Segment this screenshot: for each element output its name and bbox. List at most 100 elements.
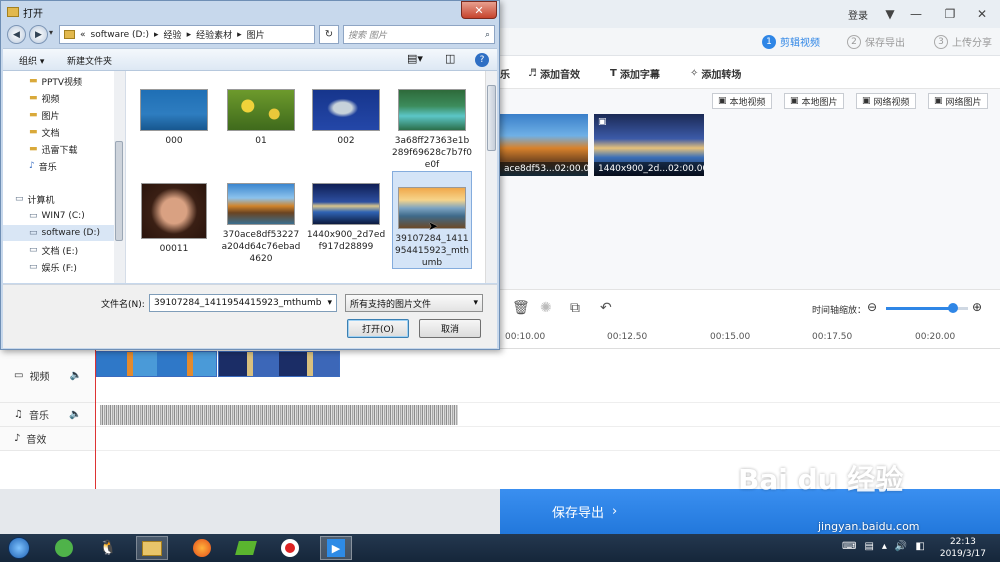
taskbar-app-media[interactable]: [230, 536, 262, 560]
filetype-select[interactable]: 所有支持的图片文件 ▾: [345, 294, 483, 312]
breadcrumb-segment[interactable]: software (D:): [91, 30, 150, 40]
step-export[interactable]: 2 保存导出: [847, 34, 905, 49]
image-icon: ▣: [598, 117, 607, 127]
dialog-close-button[interactable]: ✕: [461, 1, 497, 19]
add-transition-tool[interactable]: ✧ 添加转场: [690, 66, 741, 81]
add-subtitle-tool[interactable]: T 添加字幕: [610, 66, 660, 81]
file-scroll-thumb[interactable]: [487, 85, 496, 151]
search-icon[interactable]: ⌕: [485, 30, 490, 40]
nav-item[interactable]: ▭ 计算机: [3, 191, 114, 207]
address-bar[interactable]: « software (D:) ▸ 经验 ▸ 经验素材 ▸ 图片: [59, 25, 315, 44]
speaker-icon[interactable]: 🔈: [69, 409, 81, 420]
nav-scrollbar[interactable]: [114, 71, 125, 283]
file-item[interactable]: 000: [134, 79, 214, 147]
file-item[interactable]: 01: [221, 79, 301, 147]
network-icon[interactable]: ▤: [864, 541, 873, 552]
minimize-icon[interactable]: —: [906, 0, 926, 28]
nav-item[interactable]: ▬ 图片: [3, 107, 114, 123]
breadcrumb-segment[interactable]: 经验素材: [196, 28, 232, 41]
cancel-button[interactable]: 取消: [419, 319, 481, 338]
nav-item[interactable]: ▭ software (D:): [3, 225, 114, 241]
zoom-out-icon[interactable]: ⊖: [867, 300, 877, 314]
media-thumb[interactable]: ace8df53...02:00.00: [500, 114, 588, 176]
search-input[interactable]: 搜索 图片 ⌕: [343, 25, 495, 44]
split-icon[interactable]: ✺: [540, 300, 552, 316]
nav-item[interactable]: ▬ 迅雷下载: [3, 141, 114, 157]
music-waveform[interactable]: [100, 405, 458, 425]
local-image-button[interactable]: ▣ 本地图片: [784, 93, 844, 109]
preview-pane-icon[interactable]: ◫: [445, 52, 455, 65]
delete-icon[interactable]: 🗑: [512, 300, 530, 316]
media-library: ▣ 本地视频 ▣ 本地图片 ▣ 网络视频 ▣ 网络图片 ace8df53... 02:00…: [500, 89, 1000, 289]
media-thumb[interactable]: ▣ 1440x900_2d...02:00.00: [594, 114, 704, 176]
file-item[interactable]: 370ace8df53227a204d64c76ebad4620: [221, 173, 301, 265]
dialog-titlebar[interactable]: 打开: [1, 1, 499, 23]
nav-item[interactable]: ▭ 娱乐 (F:): [3, 259, 114, 275]
new-folder-button[interactable]: 新建文件夹: [67, 54, 112, 67]
forward-button[interactable]: ▶: [29, 25, 48, 44]
login-link[interactable]: 登录: [848, 7, 868, 22]
file-item[interactable]: 002: [306, 79, 386, 147]
taskbar-app-firefox[interactable]: [186, 536, 218, 560]
nav-item[interactable]: ♪ 音乐: [3, 158, 114, 174]
nav-item[interactable]: ▬ PPTV视频: [3, 73, 114, 89]
taskbar-app-explorer[interactable]: [136, 536, 168, 560]
back-button[interactable]: ◀: [7, 25, 26, 44]
nav-item[interactable]: ▭ 文档 (E:): [3, 242, 114, 258]
play-icon: ▶: [327, 539, 345, 557]
nav-scroll-thumb[interactable]: [115, 141, 123, 241]
local-video-button[interactable]: ▣ 本地视频: [712, 93, 772, 109]
taskbar-app-editor[interactable]: ▶: [320, 536, 352, 560]
step-edit[interactable]: 1 剪辑视频: [762, 34, 820, 49]
start-button[interactable]: [4, 536, 34, 560]
file-item[interactable]: 1440x900_2d7edf917d28899: [306, 173, 386, 253]
maximize-icon[interactable]: ❐: [940, 0, 960, 28]
add-sfx-tool[interactable]: ♬ 添加音效: [528, 66, 580, 81]
taskbar-app-recorder[interactable]: [274, 536, 306, 560]
history-dropdown-icon[interactable]: ▾: [49, 28, 53, 37]
organize-menu[interactable]: 组织 ▾: [19, 54, 44, 67]
breadcrumb-segment[interactable]: 经验: [164, 28, 182, 41]
refresh-button[interactable]: ↻: [319, 25, 339, 44]
file-item[interactable]: 3a68ff27363e1b289f69628c7b7f0e0f: [392, 79, 472, 171]
tray-expand-icon[interactable]: ▴: [882, 541, 887, 552]
steps-bar: 1 剪辑视频 2 保存导出 3 上传分享: [500, 28, 1000, 56]
nav-item[interactable]: ▬ 视频: [3, 90, 114, 106]
open-button[interactable]: 打开(O): [347, 319, 409, 338]
ime-icon[interactable]: ◧: [915, 541, 924, 552]
breadcrumb-overflow-icon[interactable]: «: [80, 30, 86, 40]
view-options-icon[interactable]: ▤▾: [407, 52, 423, 65]
web-video-button[interactable]: ▣ 网络视频: [856, 93, 916, 109]
step-share[interactable]: 3 上传分享: [934, 34, 992, 49]
file-scrollbar[interactable]: [485, 71, 497, 283]
zoom-handle[interactable]: [948, 303, 959, 313]
chevron-down-icon[interactable]: ▾: [327, 298, 332, 308]
volume-icon[interactable]: 🔊: [895, 541, 907, 552]
taskbar-app-360[interactable]: [48, 536, 80, 560]
music-icon: ♪: [29, 161, 35, 171]
video-clip[interactable]: [218, 351, 340, 377]
zoom-in-icon[interactable]: ⊕: [972, 300, 982, 314]
nav-item[interactable]: ▬ 文档: [3, 124, 114, 140]
video-clip[interactable]: [96, 351, 217, 377]
button-label: 打开(O): [361, 325, 395, 335]
zoom-slider[interactable]: [886, 303, 968, 313]
copy-icon[interactable]: ⧉: [570, 300, 580, 316]
add-music-tool[interactable]: 乐: [500, 66, 510, 81]
help-icon[interactable]: ?: [475, 53, 489, 67]
clock[interactable]: 22:13 2019/3/17: [940, 536, 986, 560]
web-image-button[interactable]: ▣ 网络图片: [928, 93, 988, 109]
nav-item[interactable]: ▭ WIN7 (C:): [3, 208, 114, 224]
taskbar-app-qq[interactable]: 🐧: [92, 536, 124, 560]
filename-input[interactable]: 39107284_1411954415923_mthumb ▾: [149, 294, 337, 312]
music-track: [95, 403, 1000, 427]
close-app-icon[interactable]: ✕: [972, 0, 992, 28]
navigation-pane: ▬ PPTV视频 ▬ 视频 ▬ 图片 ▬ 文档 ▬ 迅雷下载 ♪ 音乐 ▭ 计算机 ▭ WIN7 (C:) ▭ s…: [3, 71, 126, 283]
playhead[interactable]: [95, 349, 96, 489]
breadcrumb-segment[interactable]: 图片: [247, 28, 265, 41]
speaker-icon[interactable]: 🔈: [69, 370, 81, 381]
menu-icon[interactable]: ▼: [880, 0, 900, 28]
file-item[interactable]: 00011: [134, 173, 214, 255]
keyboard-icon[interactable]: ⌨: [842, 541, 856, 552]
undo-icon[interactable]: ↶: [600, 300, 612, 316]
